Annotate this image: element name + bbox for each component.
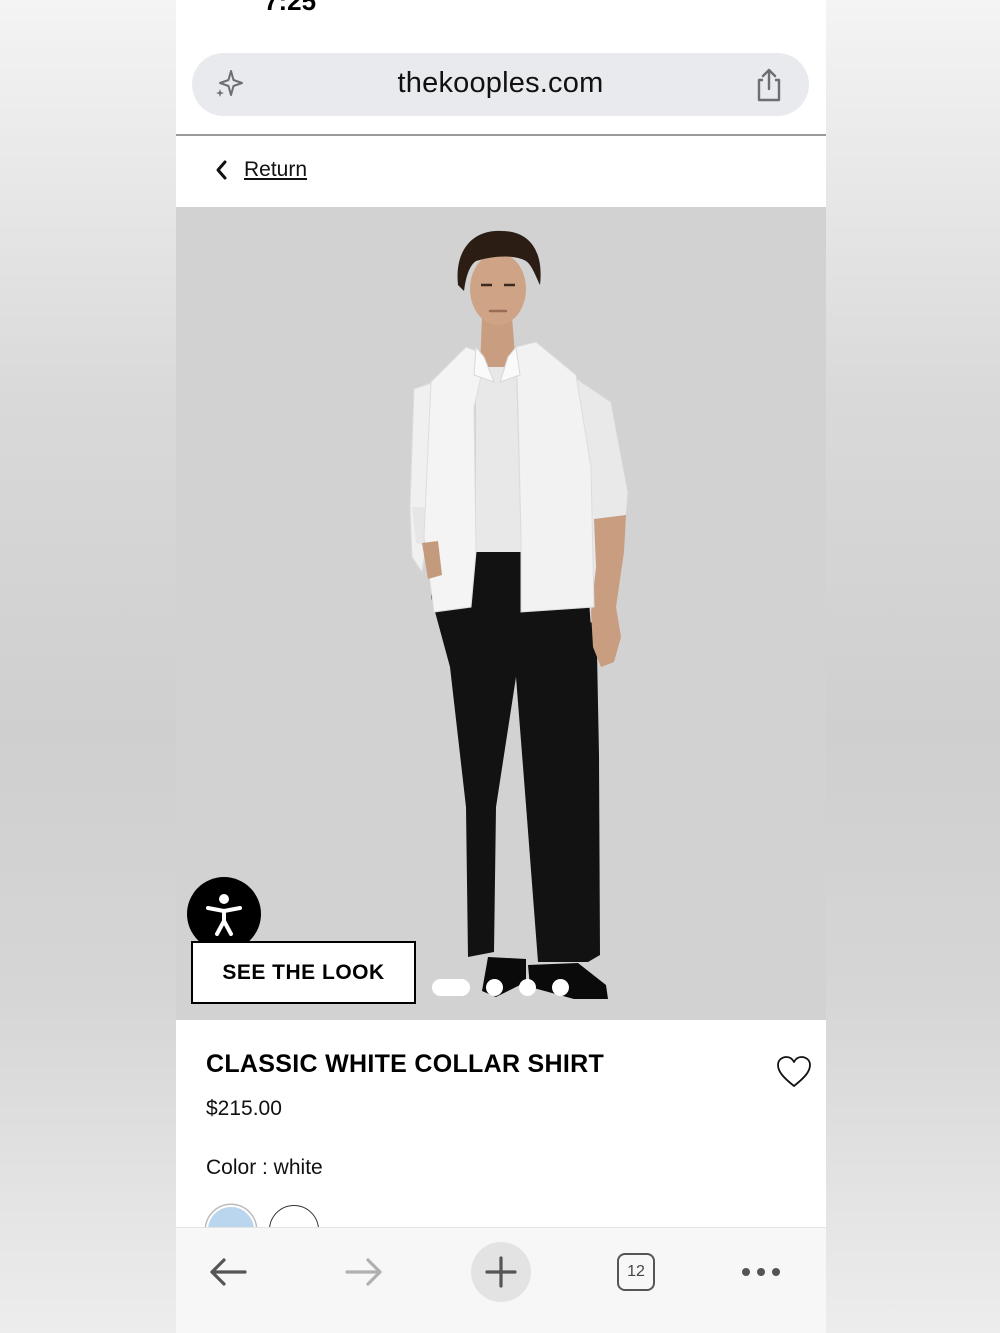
address-bar[interactable]: thekooples.com	[192, 53, 809, 116]
plus-icon	[485, 1256, 517, 1288]
forward-button[interactable]	[334, 1242, 394, 1302]
chevron-left-icon	[216, 160, 227, 180]
carousel-dot-4[interactable]	[552, 979, 569, 996]
accessibility-button[interactable]	[187, 877, 261, 951]
new-tab-button[interactable]	[471, 1242, 531, 1302]
carousel-indicators	[432, 979, 585, 996]
url-text[interactable]: thekooples.com	[192, 67, 809, 100]
product-name: CLASSIC WHITE COLLAR SHIRT	[206, 1050, 605, 1078]
carousel-dot-1[interactable]	[432, 979, 470, 996]
more-button[interactable]	[731, 1242, 791, 1302]
browser-toolbar: 12	[176, 1227, 826, 1333]
back-button[interactable]	[198, 1242, 258, 1302]
product-price: $215.00	[206, 1097, 282, 1120]
more-dots-icon	[742, 1268, 780, 1276]
color-label: Color : white	[206, 1156, 323, 1179]
accessibility-icon	[206, 894, 242, 936]
share-icon[interactable]	[752, 67, 786, 103]
status-bar: 7:25	[176, 0, 826, 16]
carousel-dot-2[interactable]	[486, 979, 503, 996]
status-icons	[638, 0, 768, 6]
address-divider	[176, 134, 826, 136]
phone-screen: 7:25 thekooples.com Return SEE THE LOOK …	[176, 0, 826, 1333]
see-the-look-button[interactable]: SEE THE LOOK	[191, 941, 416, 1004]
return-label: Return	[244, 158, 308, 181]
tabs-icon: 12	[617, 1253, 655, 1291]
carousel-dot-3[interactable]	[519, 979, 536, 996]
product-image-carousel[interactable]: SEE THE LOOK	[176, 207, 826, 1020]
status-time: 7:25	[264, 0, 317, 16]
arrow-right-icon	[345, 1258, 382, 1286]
arrow-left-icon	[210, 1258, 247, 1286]
product-photo[interactable]	[176, 207, 826, 1020]
return-link[interactable]: Return	[214, 155, 307, 185]
heart-icon[interactable]	[776, 1055, 812, 1089]
tabs-button[interactable]: 12	[606, 1242, 666, 1302]
